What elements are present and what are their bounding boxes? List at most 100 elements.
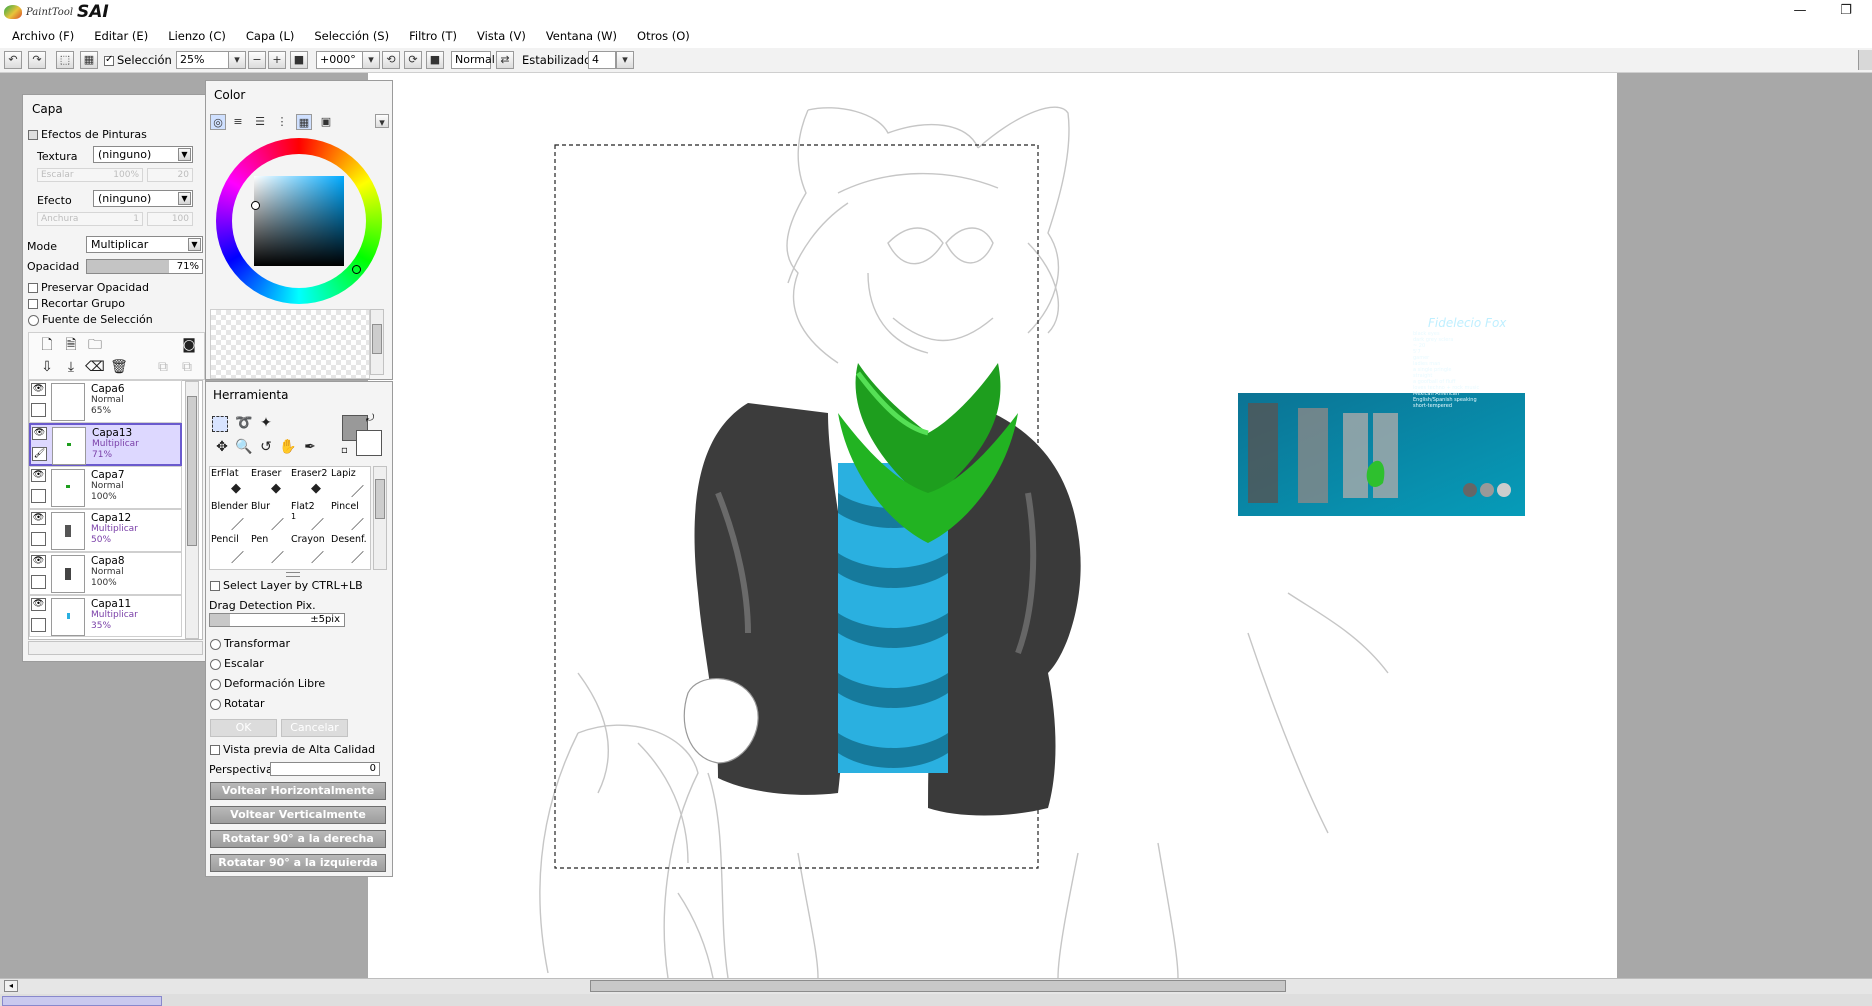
lock-toggle[interactable] [31,532,46,546]
lock-toggle[interactable] [31,618,46,632]
swap-colors-icon[interactable]: ⤾ [366,413,374,424]
layer-row[interactable]: 👁 Capa11 Multiplicar 35% [29,595,182,637]
trash-icon[interactable]: 🗑 [109,357,129,377]
selection-checkbox[interactable] [104,54,114,66]
clip-group-option[interactable]: Recortar Grupo [28,297,125,310]
eye-icon[interactable]: 👁 [31,555,46,568]
lock-toggle[interactable] [31,403,46,417]
redo-icon[interactable]: ↷ [28,51,46,69]
layer-row-selected[interactable]: 👁 🖌 Capa13 Multiplicar 71% [29,423,182,466]
merge-down-icon[interactable]: ⤓ [61,357,81,377]
transform-radio[interactable] [210,638,221,650]
eye-icon[interactable]: 👁 [31,383,46,396]
effect-select[interactable]: (ninguno) ▼ [93,190,193,207]
rotation-reset-icon[interactable]: ■ [426,51,444,69]
eye-icon[interactable]: 👁 [31,469,46,482]
layer-row[interactable]: 👁 Capa7 Normal 100% [29,466,182,509]
minimize-button[interactable]: — [1786,2,1814,20]
layer-row[interactable]: 👁 Capa12 Multiplicar 50% [29,509,182,552]
undo-icon[interactable]: ↶ [4,51,22,69]
drag-detection-slider[interactable]: ±5pix [209,613,345,627]
menu-vista[interactable]: Vista (V) [477,29,526,43]
blend-mode-field[interactable]: Normal [451,51,495,69]
selection-source-radio[interactable] [28,314,39,326]
selection-toggle[interactable]: Selección [104,51,172,69]
brush-grid-scrollbar[interactable] [373,466,387,570]
brush-grid-scroll-thumb[interactable] [375,479,385,519]
transfer-down-icon[interactable]: ⇩ [37,357,57,377]
brush-desenf[interactable]: Desenf. ／ [331,534,371,567]
resize-grip-icon[interactable] [286,572,300,577]
menu-capa[interactable]: Capa (L) [246,29,294,43]
zoom-out-icon[interactable]: − [248,51,266,69]
menu-filtro[interactable]: Filtro (T) [409,29,457,43]
perspective-slider[interactable]: 0 [270,762,380,776]
brush-blur[interactable]: Blur ／ [251,501,291,534]
zoom-reset-icon[interactable]: ■ [290,51,308,69]
new-linework-layer-icon[interactable]: 🗎 [61,335,81,355]
scroll-left-icon[interactable]: ◂ [4,980,18,992]
menu-lienzo[interactable]: Lienzo (C) [168,29,226,43]
hand-icon[interactable]: ✋ [278,437,298,457]
move-icon[interactable]: ✥ [212,437,232,457]
invert-selection-icon[interactable]: ▦ [80,51,98,69]
menu-ventana[interactable]: Ventana (W) [546,29,617,43]
zoom-in-icon[interactable]: + [268,51,286,69]
brush-eraser2[interactable]: Eraser2 ◆ [291,468,331,501]
stabilizer-field[interactable]: 4 [588,51,616,69]
hue-cursor[interactable] [352,265,361,274]
menu-archivo[interactable]: Archivo (F) [12,29,74,43]
layer-list-scroll-thumb[interactable] [187,396,197,546]
flip-horizontal-button[interactable]: Voltear Horizontalmente [210,782,386,800]
brush-crayon[interactable]: Crayon ／ [291,534,331,567]
brush-eraser[interactable]: Eraser ◆ [251,468,291,501]
layer-list-scrollbar[interactable] [185,381,199,639]
eye-icon[interactable]: 👁 [32,427,47,440]
toolbar-scroll-button[interactable] [1858,50,1872,70]
brush-pen[interactable]: Pen ／ [251,534,291,567]
layer-row[interactable]: 👁 Capa8 Normal 100% [29,552,182,595]
opacity-slider[interactable]: 71% [86,259,203,274]
select-layer-ctrl-checkbox[interactable] [210,581,220,591]
lasso-icon[interactable]: ➰ [234,413,254,433]
rotate-left-icon[interactable]: ⟲ [382,51,400,69]
texture-select[interactable]: (ninguno) ▼ [93,146,193,163]
blend-mode-select[interactable]: Multiplicar ▼ [86,236,203,253]
deselect-icon[interactable]: ⬚ [56,51,74,69]
secondary-color-swatch[interactable] [356,430,382,456]
color-wheel[interactable] [216,138,382,304]
canvas[interactable]: Fidelecio Fox black eyes dark grey scler… [368,73,1617,978]
mask-icon[interactable]: ◙ [179,335,199,355]
sv-cursor[interactable] [251,201,260,210]
stabilizer-dropdown-icon[interactable]: ▾ [616,51,634,69]
eyedropper-icon[interactable]: ✒ [300,437,320,457]
color-scratchpad[interactable] [210,309,370,379]
brush-lapiz[interactable]: Lapiz ／ [331,468,371,501]
rotate-right-icon[interactable]: ⟳ [404,51,422,69]
brush-flat2[interactable]: Flat2 1 ／ [291,501,331,534]
preserve-opacity-checkbox[interactable] [28,283,38,293]
saturation-value-square[interactable] [254,176,344,266]
preserve-opacity-option[interactable]: Preservar Opacidad [28,281,149,294]
hq-preview-checkbox[interactable] [210,745,220,755]
select-layer-ctrl-option[interactable]: Select Layer by CTRL+LB [210,579,363,592]
lock-toggle[interactable] [31,489,46,503]
color-wheel-mode-icon[interactable]: ◎ [210,114,226,130]
rect-select-icon[interactable] [212,416,228,432]
flip-view-icon[interactable]: ⇄ [496,51,514,69]
rgb-slider-mode-icon[interactable]: ≡ [230,114,246,130]
brush-lock-icon[interactable]: 🖌 [32,447,47,461]
magic-wand-icon[interactable]: ✦ [256,413,276,433]
brush-pincel[interactable]: Pincel ／ [331,501,371,534]
horizontal-scroll-thumb[interactable] [590,980,1286,992]
selection-source-option[interactable]: Fuente de Selección [28,313,153,326]
lock-toggle[interactable] [31,575,46,589]
restore-button[interactable]: ❐ [1832,2,1860,20]
eye-icon[interactable]: 👁 [31,512,46,525]
layer-list-hscroll[interactable] [28,641,203,655]
menu-otros[interactable]: Otros (O) [637,29,690,43]
brush-blender[interactable]: Blender ／ [211,501,251,534]
layer-row[interactable]: 👁 Capa6 Normal 65% [29,380,182,423]
clip-group-checkbox[interactable] [28,299,38,309]
rotate-left-button[interactable]: Rotatar 90° a la izquierda [210,854,386,872]
